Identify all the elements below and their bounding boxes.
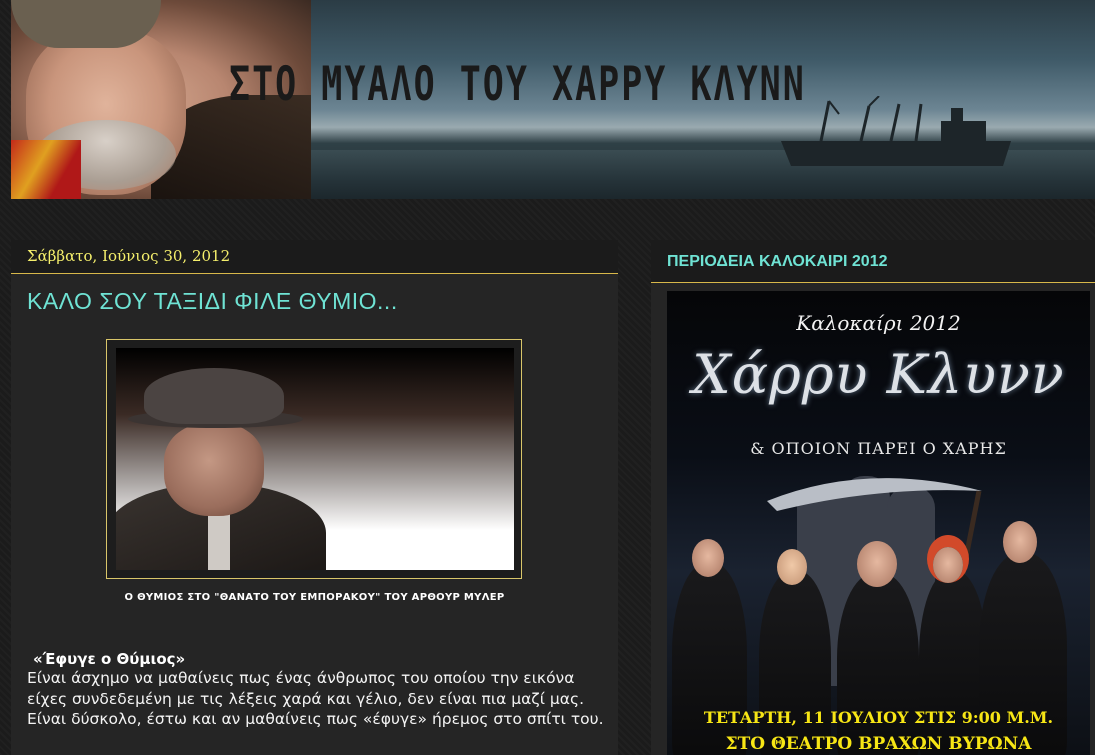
poster-face <box>1003 521 1037 563</box>
image-caption: Ο ΘΥΜΙΟΣ ΣΤΟ "ΘΑΝΑΤΟ ΤΟΥ ΕΜΠΟΡΑΚΟΥ" ΤΟΥ … <box>124 592 505 603</box>
sidebar: ΠΕΡΙΟΔΕΙΑ ΚΑΛΟΚΑΙΡΙ 2012 Καλοκαίρι 2012 … <box>651 240 1095 755</box>
poster-person <box>919 571 987 755</box>
poster-venue-line: ΣΤΟ ΘΕΑΤΡΟ ΒΡΑΧΩΝ ΒΥΡΩΝΑ <box>725 734 1032 754</box>
post-image[interactable] <box>116 348 514 570</box>
poster-person <box>837 573 919 755</box>
post-body-text: Είναι άσχημο να μαθαίνεις πως ένας άνθρω… <box>27 669 604 728</box>
post-subheading: «Έφυγε ο Θύμιος» <box>33 650 186 668</box>
poster-date-line: ΤΕΤΑΡΤΗ, 11 ΙΟΥΛΙΟΥ ΣΤΙΣ 9:00 Μ.Μ. <box>703 708 1054 727</box>
poster-face <box>857 541 897 587</box>
poster-subtitle: & ΟΠΟΙΟΝ ΠΑΡΕΙ Ο ΧΑΡΗΣ <box>750 439 1007 458</box>
poster-face <box>933 547 963 583</box>
poster-season: Καλοκαίρι 2012 <box>796 311 961 335</box>
poster-name: Χάρρυ Κλυνν <box>692 343 1065 406</box>
widget-title: ΠΕΡΙΟΔΕΙΑ ΚΑΛΟΚΑΙΡΙ 2012 <box>667 253 888 270</box>
blog-title[interactable]: ΣΤΟ ΜΥΑΛΟ ΤΟΥ ΧΑΡΡΥ ΚΛΥΝΝ <box>229 58 806 112</box>
poster-person <box>759 571 831 755</box>
poster-face <box>692 539 724 577</box>
post-image-frame[interactable] <box>106 339 522 579</box>
post-date: Σάββατο, Ιούνιος 30, 2012 <box>27 247 231 265</box>
blog-header[interactable]: ΣΤΟ ΜΥΑΛΟ ΤΟΥ ΧΑΡΡΥ ΚΛΥΝΝ <box>11 0 1095 199</box>
poster-face <box>777 549 807 585</box>
tour-poster-image[interactable]: Καλοκαίρι 2012 Χάρρυ Κλυνν & ΟΠΟΙΟΝ ΠΑΡΕ… <box>667 291 1090 755</box>
blog-post: Σάββατο, Ιούνιος 30, 2012 ΚΑΛΟ ΣΟΥ ΤΑΞΙΔ… <box>11 240 618 755</box>
ship-image <box>781 96 1011 166</box>
post-title-link[interactable]: ΚΑΛΟ ΣΟΥ ΤΑΞΙΔΙ ΦΙΛΕ ΘΥΜΙΟ... <box>27 288 398 315</box>
